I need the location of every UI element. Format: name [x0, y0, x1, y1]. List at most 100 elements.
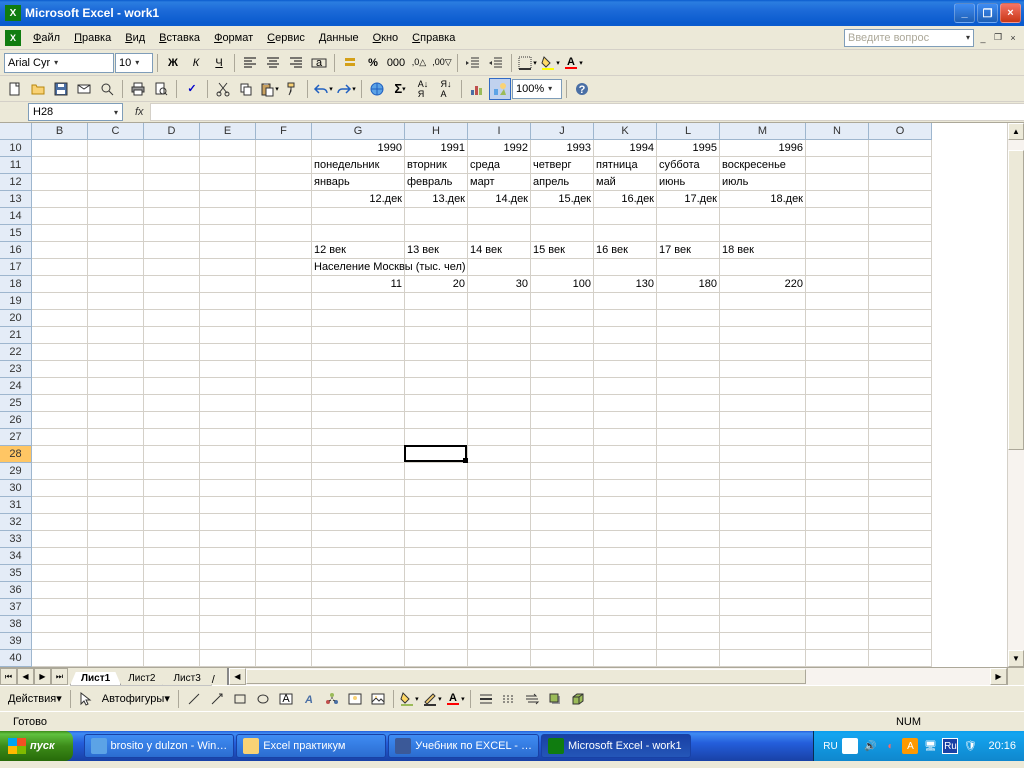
cell-F14[interactable]	[256, 208, 312, 225]
cell-F13[interactable]	[256, 191, 312, 208]
menu-сервис[interactable]: Сервис	[260, 29, 312, 47]
cell-O27[interactable]	[869, 429, 932, 446]
cell-O29[interactable]	[869, 463, 932, 480]
cell-E27[interactable]	[200, 429, 256, 446]
scroll-up-button[interactable]: ▲	[1008, 123, 1024, 140]
paste-button[interactable]: ▾	[258, 78, 280, 100]
cell-C26[interactable]	[88, 412, 144, 429]
cell-D17[interactable]	[144, 259, 200, 276]
cell-I32[interactable]	[468, 514, 531, 531]
cell-B34[interactable]	[32, 548, 88, 565]
cell-J35[interactable]	[531, 565, 594, 582]
line-color-button[interactable]: ▾	[421, 688, 443, 710]
cell-N27[interactable]	[806, 429, 869, 446]
cell-G25[interactable]	[312, 395, 405, 412]
row-header-39[interactable]: 39	[0, 633, 32, 650]
italic-button[interactable]: К	[185, 52, 207, 74]
cell-M24[interactable]	[720, 378, 806, 395]
vertical-scrollbar[interactable]: ▲ ▼	[1007, 123, 1024, 667]
cell-J27[interactable]	[531, 429, 594, 446]
row-header-34[interactable]: 34	[0, 548, 32, 565]
cell-K30[interactable]	[594, 480, 657, 497]
cell-J21[interactable]	[531, 327, 594, 344]
tab-first-button[interactable]: ⏮	[0, 668, 17, 685]
cell-C24[interactable]	[88, 378, 144, 395]
cell-I33[interactable]	[468, 531, 531, 548]
cell-J17[interactable]	[531, 259, 594, 276]
cell-C28[interactable]	[88, 446, 144, 463]
cell-D11[interactable]	[144, 157, 200, 174]
cell-D27[interactable]	[144, 429, 200, 446]
cell-C39[interactable]	[88, 633, 144, 650]
cell-C25[interactable]	[88, 395, 144, 412]
cell-F22[interactable]	[256, 344, 312, 361]
cell-L24[interactable]	[657, 378, 720, 395]
cell-B19[interactable]	[32, 293, 88, 310]
hyperlink-button[interactable]	[366, 78, 388, 100]
cell-H37[interactable]	[405, 599, 468, 616]
cell-O34[interactable]	[869, 548, 932, 565]
cell-M12[interactable]: июль	[720, 174, 806, 191]
taskbar-clock[interactable]: 20:16	[988, 740, 1016, 752]
menu-вид[interactable]: Вид	[118, 29, 152, 47]
cell-K40[interactable]	[594, 650, 657, 667]
cell-M30[interactable]	[720, 480, 806, 497]
cell-G35[interactable]	[312, 565, 405, 582]
row-header-29[interactable]: 29	[0, 463, 32, 480]
cell-I17[interactable]	[468, 259, 531, 276]
cell-L16[interactable]: 17 век	[657, 242, 720, 259]
cell-G18[interactable]: 11	[312, 276, 405, 293]
cell-N35[interactable]	[806, 565, 869, 582]
cell-N28[interactable]	[806, 446, 869, 463]
email-button[interactable]	[73, 78, 95, 100]
cell-K16[interactable]: 16 век	[594, 242, 657, 259]
cell-I12[interactable]: март	[468, 174, 531, 191]
column-headers[interactable]: BCDEFGHIJKLMNO	[32, 123, 1007, 140]
cell-L37[interactable]	[657, 599, 720, 616]
cell-M10[interactable]: 1996	[720, 140, 806, 157]
font-name-combo[interactable]: Arial Cyr	[4, 53, 114, 73]
cell-E12[interactable]	[200, 174, 256, 191]
cell-L25[interactable]	[657, 395, 720, 412]
diagram-button[interactable]	[321, 688, 343, 710]
col-header-K[interactable]: K	[594, 123, 657, 140]
cell-J12[interactable]: апрель	[531, 174, 594, 191]
cell-I20[interactable]	[468, 310, 531, 327]
row-header-14[interactable]: 14	[0, 208, 32, 225]
cell-F10[interactable]	[256, 140, 312, 157]
cut-button[interactable]	[212, 78, 234, 100]
cell-K21[interactable]	[594, 327, 657, 344]
cell-J32[interactable]	[531, 514, 594, 531]
cell-I14[interactable]	[468, 208, 531, 225]
scroll-right-button[interactable]: ▶	[990, 668, 1007, 685]
cell-G38[interactable]	[312, 616, 405, 633]
menu-правка[interactable]: Правка	[67, 29, 118, 47]
cell-E18[interactable]	[200, 276, 256, 293]
cell-C35[interactable]	[88, 565, 144, 582]
cell-H27[interactable]	[405, 429, 468, 446]
increase-indent-button[interactable]	[485, 52, 507, 74]
row-header-25[interactable]: 25	[0, 395, 32, 412]
line-style-button[interactable]	[475, 688, 497, 710]
cell-I15[interactable]	[468, 225, 531, 242]
cell-J19[interactable]	[531, 293, 594, 310]
cell-L17[interactable]	[657, 259, 720, 276]
tray-icon-6[interactable]: 🛡	[962, 738, 978, 754]
cell-K10[interactable]: 1994	[594, 140, 657, 157]
row-header-26[interactable]: 26	[0, 412, 32, 429]
cell-F11[interactable]	[256, 157, 312, 174]
cell-E28[interactable]	[200, 446, 256, 463]
cell-E38[interactable]	[200, 616, 256, 633]
cell-I40[interactable]	[468, 650, 531, 667]
row-header-30[interactable]: 30	[0, 480, 32, 497]
cell-M32[interactable]	[720, 514, 806, 531]
cell-I37[interactable]	[468, 599, 531, 616]
row-header-19[interactable]: 19	[0, 293, 32, 310]
cell-N40[interactable]	[806, 650, 869, 667]
row-header-15[interactable]: 15	[0, 225, 32, 242]
cell-H36[interactable]	[405, 582, 468, 599]
row-header-17[interactable]: 17	[0, 259, 32, 276]
cell-C20[interactable]	[88, 310, 144, 327]
cell-G32[interactable]	[312, 514, 405, 531]
taskbar-item[interactable]: Microsoft Excel - work1	[541, 734, 691, 758]
